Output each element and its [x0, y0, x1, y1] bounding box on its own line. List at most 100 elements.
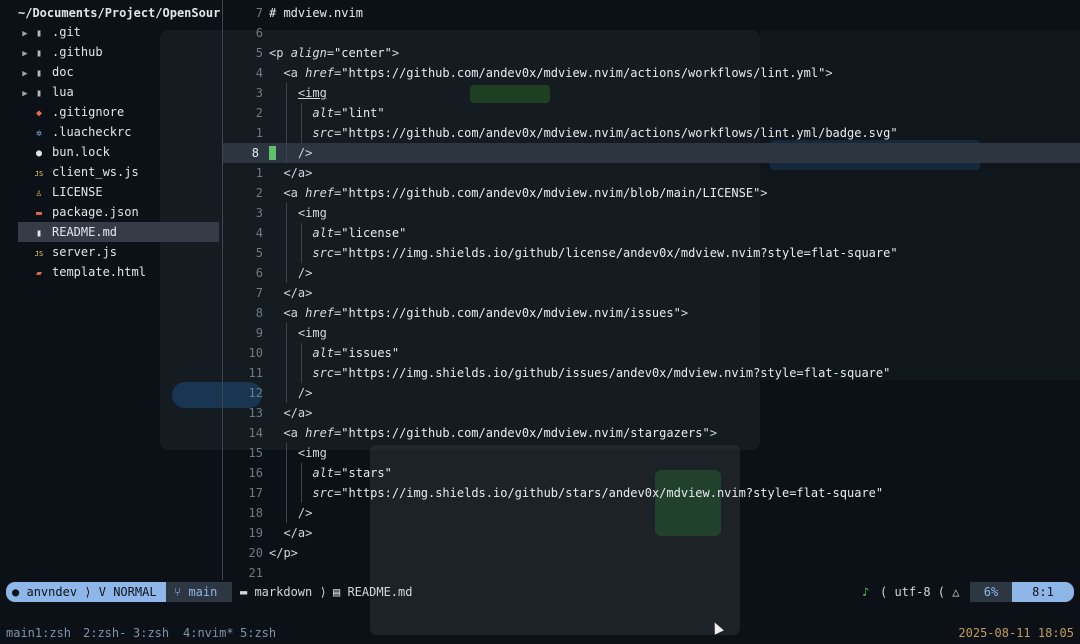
line-number: 20: [248, 546, 263, 560]
code-line[interactable]: 18 />: [223, 503, 1080, 523]
code-line[interactable]: 2 alt="lint": [223, 103, 1080, 123]
encoding-label: utf-8: [894, 585, 931, 599]
json-icon: ▬: [35, 208, 43, 219]
code-line[interactable]: 5 src="https://img.shields.io/github/lic…: [223, 243, 1080, 263]
line-number: 2: [255, 106, 263, 120]
line-number: 3: [255, 206, 263, 220]
git-branch-icon: ⑂: [174, 585, 189, 599]
tree-item[interactable]: ✲ .luacheckrc: [18, 122, 219, 142]
line-number: 13: [248, 406, 263, 420]
code-line[interactable]: 4 <a href="https://github.com/andev0x/md…: [223, 63, 1080, 83]
folder-icon: ▮: [35, 48, 43, 59]
line-number: 8: [255, 306, 263, 320]
line-number: 5: [255, 246, 263, 260]
tree-item-label: package.json: [52, 205, 139, 219]
tree-item-label: .luacheckrc: [52, 125, 132, 139]
code-line[interactable]: 19 </a>: [223, 523, 1080, 543]
folder-icon: ▮: [35, 28, 43, 39]
tree-item-label: .gitignore: [52, 105, 125, 119]
code-line[interactable]: 20 </p>: [223, 543, 1080, 563]
code-text: alt="stars": [312, 466, 392, 480]
tree-item[interactable]: ▰ template.html: [18, 262, 219, 282]
code-text: <p align="center">: [269, 46, 400, 60]
code-line[interactable]: 1 </a>: [223, 163, 1080, 183]
code-line[interactable]: 7 </a>: [223, 283, 1080, 303]
code-line[interactable]: 2 <a href="https://github.com/andev0x/md…: [223, 183, 1080, 203]
tree-item[interactable]: JS server.js: [18, 242, 219, 262]
code-line[interactable]: 6 />: [223, 263, 1080, 283]
line-number: 5: [255, 46, 263, 60]
filetype-segment: ▬ markdown ⟩: [240, 585, 327, 599]
code-text: <a href="https://github.com/andev0x/mdvi…: [269, 186, 768, 200]
tree-item[interactable]: ▶ ▮ doc: [18, 62, 219, 82]
tree-item[interactable]: ♙ LICENSE: [18, 182, 219, 202]
tree-item[interactable]: ▶ ▮ .github: [18, 42, 219, 62]
branch-segment: ⑂ main: [166, 582, 232, 602]
line-number: 4: [255, 66, 263, 80]
code-text: </a>: [269, 286, 313, 300]
code-line[interactable]: 8 />: [223, 143, 1080, 163]
tmux-clock: 2025-08-11 18:05: [958, 626, 1074, 640]
code-line[interactable]: 8 <a href="https://github.com/andev0x/md…: [223, 303, 1080, 323]
chevron-right-icon: ▶: [22, 29, 28, 39]
cursor-icon: [269, 146, 276, 160]
tree-item[interactable]: ▬ package.json: [18, 202, 219, 222]
code-line[interactable]: 21: [223, 563, 1080, 583]
code-text: <a href="https://github.com/andev0x/mdvi…: [269, 66, 833, 80]
code-line[interactable]: 15 <img: [223, 443, 1080, 463]
git-icon: ◆: [35, 108, 43, 119]
tree-item[interactable]: ● bun.lock: [18, 142, 219, 162]
tmux-window[interactable]: main1:zsh: [6, 624, 71, 642]
line-number: 19: [248, 526, 263, 540]
code-line[interactable]: 5 <p align="center">: [223, 43, 1080, 63]
line-number: 9: [255, 326, 263, 340]
code-line[interactable]: 4 alt="license": [223, 223, 1080, 243]
code-line[interactable]: 10 alt="issues": [223, 343, 1080, 363]
tmux-window[interactable]: 4:nvim*: [183, 624, 234, 642]
line-number: 6: [255, 26, 263, 40]
line-number: 21: [248, 566, 263, 580]
line-number: 11: [248, 366, 263, 380]
code-text: </a>: [269, 166, 313, 180]
folder-icon: ▮: [35, 88, 43, 99]
code-line[interactable]: 14 <a href="https://github.com/andev0x/m…: [223, 423, 1080, 443]
lock-icon: ●: [35, 148, 43, 159]
line-number: 14: [248, 426, 263, 440]
code-line[interactable]: 1 src="https://github.com/andev0x/mdview…: [223, 123, 1080, 143]
tree-item-label: LICENSE: [52, 185, 103, 199]
license-icon: ♙: [35, 188, 43, 199]
code-text: />: [269, 506, 313, 520]
code-line[interactable]: 11 src="https://img.shields.io/github/is…: [223, 363, 1080, 383]
code-line[interactable]: 9 <img: [223, 323, 1080, 343]
code-line[interactable]: 17 src="https://img.shields.io/github/st…: [223, 483, 1080, 503]
tmux-window[interactable]: 2:zsh-: [83, 624, 126, 642]
code-text: <img: [269, 446, 327, 460]
code-text: </p>: [269, 546, 298, 560]
scroll-percent: 6%: [970, 582, 1012, 602]
code-line[interactable]: 12 />: [223, 383, 1080, 403]
microphone-icon: ♪: [862, 585, 870, 599]
markdown-icon: ▮: [35, 228, 43, 239]
tree-item[interactable]: ▶ ▮ lua: [18, 82, 219, 102]
editor-pane[interactable]: 7 # mdview.nvim 6 5 <p align="center"> 4 <a h…: [223, 0, 1080, 580]
code-line[interactable]: 3 <img: [223, 203, 1080, 223]
code-text: </a>: [269, 406, 313, 420]
mode-segment: ● anvndev ⟩ V NORMAL: [6, 582, 168, 602]
code-line[interactable]: 6: [223, 23, 1080, 43]
line-number: 8: [251, 146, 259, 160]
tmux-window[interactable]: 3:zsh: [133, 624, 169, 642]
filename-segment: ▤ README.md: [333, 582, 412, 602]
tree-item[interactable]: ▮ README.md: [18, 222, 219, 242]
tmux-window[interactable]: 5:zsh: [240, 624, 276, 642]
code-line[interactable]: 13 </a>: [223, 403, 1080, 423]
tree-item[interactable]: ◆ .gitignore: [18, 102, 219, 122]
line-number: 4: [255, 226, 263, 240]
js-icon: JS: [34, 170, 44, 178]
tree-item[interactable]: JS client_ws.js: [18, 162, 219, 182]
code-line[interactable]: 3 <img: [223, 83, 1080, 103]
tree-item[interactable]: ▶ ▮ .git: [18, 22, 219, 42]
file-icon: ▤: [333, 585, 348, 599]
code-line[interactable]: 16 alt="stars": [223, 463, 1080, 483]
code-line[interactable]: 7 # mdview.nvim: [223, 3, 1080, 23]
tree-item-label: server.js: [52, 245, 118, 259]
